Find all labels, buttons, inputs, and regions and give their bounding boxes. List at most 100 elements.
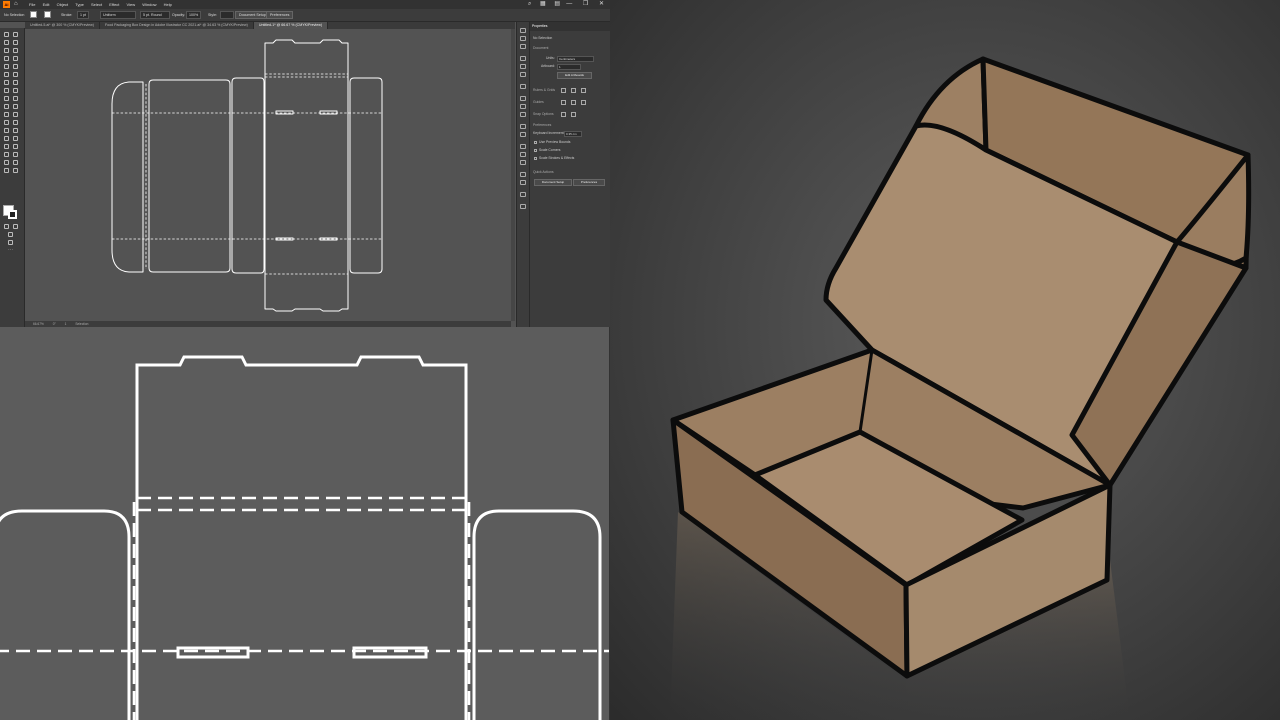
style-select[interactable] <box>220 11 234 19</box>
graphic-styles-panel-icon[interactable] <box>520 132 526 137</box>
rotate-tool-icon[interactable] <box>13 80 18 85</box>
edit-artboards-button[interactable]: Edit Artboards <box>557 72 592 79</box>
curvature-tool-icon[interactable] <box>13 48 18 53</box>
snap-to-pixel-icon[interactable] <box>571 112 576 117</box>
paintbrush-tool-icon[interactable] <box>13 64 18 69</box>
transparency-panel-icon[interactable] <box>520 112 526 117</box>
perspective-grid-tool-icon[interactable] <box>4 104 9 109</box>
eyedropper-tool-icon[interactable] <box>13 112 18 117</box>
properties-tab[interactable]: Properties <box>530 22 610 31</box>
zoom-tool-icon[interactable] <box>4 144 9 149</box>
home-icon[interactable]: ⌂ <box>14 1 18 8</box>
stroke-profile-select[interactable]: Uniform <box>100 11 136 19</box>
menu-type[interactable]: Type <box>75 2 84 7</box>
grid-toggle-icon[interactable] <box>571 88 576 93</box>
brush-select[interactable]: 5 pt. Round <box>140 11 170 19</box>
document-setup-button[interactable]: Document Setup <box>235 11 270 19</box>
pathfinder-panel-icon[interactable] <box>520 160 526 165</box>
libraries-panel-icon[interactable] <box>520 44 526 49</box>
pen-tool-icon[interactable] <box>4 48 9 53</box>
puppet-warp-tool-icon[interactable] <box>13 144 18 149</box>
blend-tool-icon[interactable] <box>4 120 9 125</box>
knife-tool-icon[interactable] <box>4 152 9 157</box>
keyboard-increment-input[interactable]: 0.35 cm <box>564 131 582 137</box>
screen-mode-icon[interactable] <box>8 240 13 245</box>
search-icon[interactable]: ⌕ <box>528 1 531 7</box>
color-mode-icon[interactable] <box>4 224 9 229</box>
shaper-tool-icon[interactable] <box>4 72 9 77</box>
stroke-swatch[interactable] <box>44 11 51 18</box>
menu-object[interactable]: Object <box>57 2 69 7</box>
stroke-weight-input[interactable]: 1 pt <box>77 11 89 19</box>
properties-panel-icon[interactable] <box>520 28 526 33</box>
show-guides-icon[interactable] <box>561 100 566 105</box>
scale-strokes-checkbox[interactable] <box>534 157 537 160</box>
vertical-scrollbar[interactable] <box>511 29 515 321</box>
menu-edit[interactable]: Edit <box>43 2 50 7</box>
lasso-tool-icon[interactable] <box>13 40 18 45</box>
menu-help[interactable]: Help <box>164 2 172 7</box>
document-setup-quick-button[interactable]: Document Setup <box>534 179 572 186</box>
artboard-select[interactable]: 1 <box>557 64 581 70</box>
scissors-tool-icon[interactable] <box>13 152 18 157</box>
magic-wand-tool-icon[interactable] <box>4 40 9 45</box>
grid-icon[interactable]: ▦ <box>540 1 546 7</box>
swatches-panel-icon[interactable] <box>520 64 526 69</box>
reshape-tool-icon[interactable] <box>4 160 9 165</box>
scale-tool-icon[interactable] <box>4 88 9 93</box>
preferences-button[interactable]: Preferences <box>266 11 294 19</box>
tab-untitled-1[interactable]: Untitled-1* @ 66.67 % (CMYK/Preview) <box>253 22 329 29</box>
width-tool-icon[interactable] <box>13 88 18 93</box>
artboard-number[interactable]: 1 <box>65 322 67 326</box>
links-panel-icon[interactable] <box>520 192 526 197</box>
use-preview-bounds-checkbox[interactable] <box>534 141 537 144</box>
warp-tool-icon[interactable] <box>13 160 18 165</box>
menu-window[interactable]: Window <box>142 2 156 7</box>
character-panel-icon[interactable] <box>520 172 526 177</box>
transform-panel-icon[interactable] <box>520 144 526 149</box>
eraser-tool-icon[interactable] <box>4 80 9 85</box>
type-tool-icon[interactable] <box>4 56 9 61</box>
lock-guides-icon[interactable] <box>571 100 576 105</box>
gradient-panel-icon[interactable] <box>520 104 526 109</box>
fill-swatch[interactable] <box>30 11 37 18</box>
preferences-quick-button[interactable]: Preferences <box>573 179 605 186</box>
rotation-value[interactable]: 0° <box>53 322 56 326</box>
scale-corners-checkbox[interactable] <box>534 149 537 152</box>
layers-panel-icon[interactable] <box>520 36 526 41</box>
rectangle-tool-icon[interactable] <box>4 64 9 69</box>
pencil-tool-icon[interactable] <box>13 72 18 77</box>
tab-food-packaging[interactable]: Food Packaging Box Design in Adobe Illus… <box>100 22 254 29</box>
minimize-icon[interactable]: — <box>566 1 572 7</box>
symbol-sprayer-tool-icon[interactable] <box>13 120 18 125</box>
paragraph-panel-icon[interactable] <box>520 180 526 185</box>
close-icon[interactable]: ✕ <box>599 1 604 7</box>
selection-tool-icon[interactable] <box>4 32 9 37</box>
snap-to-point-icon[interactable] <box>561 112 566 117</box>
more-tools-icon[interactable]: ··· <box>8 248 13 253</box>
measure-tool-icon[interactable] <box>13 168 18 173</box>
stroke-panel-icon[interactable] <box>520 96 526 101</box>
line-tool-icon[interactable] <box>13 56 18 61</box>
direct-selection-tool-icon[interactable] <box>13 32 18 37</box>
menu-select[interactable]: Select <box>91 2 102 7</box>
smart-guides-icon[interactable] <box>581 100 586 105</box>
graph-tool-icon[interactable] <box>4 128 9 133</box>
rulers-icon[interactable] <box>561 88 566 93</box>
opacity-input[interactable]: 100% <box>186 11 202 19</box>
units-select[interactable]: Centimeters <box>557 56 594 62</box>
symbols-panel-icon[interactable] <box>520 84 526 89</box>
color-panel-icon[interactable] <box>520 56 526 61</box>
menu-effect[interactable]: Effect <box>109 2 119 7</box>
gradient-tool-icon[interactable] <box>4 112 9 117</box>
menu-file[interactable]: File <box>29 2 35 7</box>
hand-tool-icon[interactable] <box>13 136 18 141</box>
slice-tool-icon[interactable] <box>4 136 9 141</box>
artboard-tool-icon[interactable] <box>13 128 18 133</box>
none-color-icon[interactable] <box>13 224 18 229</box>
artboards-panel-icon[interactable] <box>520 204 526 209</box>
appearance-panel-icon[interactable] <box>520 124 526 129</box>
transparency-grid-icon[interactable] <box>581 88 586 93</box>
live-paint-tool-icon[interactable] <box>4 168 9 173</box>
draw-mode-icon[interactable] <box>8 232 13 237</box>
